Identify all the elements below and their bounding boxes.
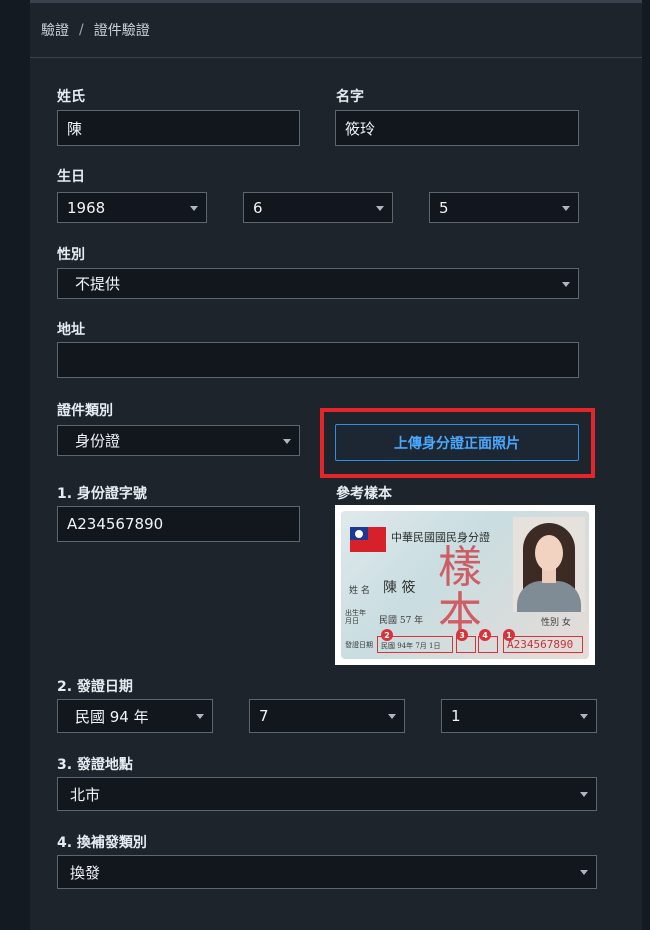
- issue-place-label: 3. 發證地點: [57, 757, 133, 773]
- breadcrumb: 驗證 / 證件驗證: [41, 20, 150, 40]
- top-border: [30, 0, 642, 3]
- birth-year-value: 1968: [67, 198, 106, 217]
- issue-month-value: 7: [259, 707, 269, 725]
- birthday-label: 生日: [57, 169, 85, 185]
- card-birth-value: 民國 57 年: [379, 616, 424, 626]
- given-name-input[interactable]: 筱玲: [335, 110, 579, 146]
- marker-3: 3: [456, 629, 468, 641]
- surname-input[interactable]: 陳: [57, 110, 300, 146]
- chevron-down-icon: [190, 205, 198, 211]
- chevron-down-icon: [580, 792, 588, 797]
- reference-id-card-image: 中華民國國民身分證 樣本 姓 名 陳 筱 出生年月日 民國 57 年 性別 女 …: [335, 505, 595, 665]
- birth-year-select[interactable]: 1968: [57, 192, 207, 223]
- card-issue-label: 發證日期: [345, 641, 373, 649]
- issue-place-value: 北市: [70, 785, 101, 804]
- issue-month-select[interactable]: 7: [249, 699, 405, 733]
- address-label: 地址: [57, 322, 85, 338]
- header-divider: [30, 57, 642, 58]
- reissue-type-select[interactable]: 換發: [57, 855, 597, 889]
- issue-year-value: 民國 94 年: [75, 707, 149, 726]
- chevron-down-icon: [283, 438, 291, 444]
- marker-2: 2: [381, 629, 393, 641]
- highlight-box: [320, 408, 595, 478]
- birth-month-value: 6: [253, 198, 263, 217]
- flag-icon: [350, 527, 386, 552]
- birth-day-value: 5: [439, 198, 449, 217]
- doc-type-label: 證件類別: [57, 403, 113, 419]
- id-number-label: 1. 身份證字號: [57, 486, 147, 502]
- issue-day-value: 1: [451, 707, 461, 725]
- chevron-down-icon: [562, 281, 570, 287]
- gender-select[interactable]: 不提供: [57, 268, 579, 299]
- card-name-label: 姓 名: [349, 586, 370, 596]
- card-id-number: A234567890: [507, 638, 574, 651]
- portrait-photo: [513, 517, 585, 612]
- chevron-down-icon: [376, 205, 384, 211]
- issue-day-select[interactable]: 1: [441, 699, 597, 733]
- birth-month-select[interactable]: 6: [243, 192, 393, 223]
- chevron-down-icon: [388, 714, 396, 719]
- reissue-type-label: 4. 換補發類別: [57, 835, 147, 851]
- chevron-down-icon: [580, 870, 588, 875]
- doc-type-select[interactable]: 身份證: [57, 425, 300, 456]
- breadcrumb-root[interactable]: 驗證: [41, 20, 69, 40]
- page: 驗證 / 證件驗證 姓氏 陳 名字 筱玲 生日 1968 6 5 性別 不提供 …: [0, 0, 650, 930]
- issue-date-label: 2. 發證日期: [57, 679, 133, 695]
- card-name-value: 陳 筱: [383, 580, 416, 596]
- id-number-input[interactable]: A234567890: [57, 506, 300, 542]
- marker-4: 4: [479, 629, 491, 641]
- chevron-down-icon: [562, 205, 570, 211]
- reissue-type-value: 換發: [70, 863, 101, 882]
- birth-day-select[interactable]: 5: [429, 192, 579, 223]
- breadcrumb-separator: /: [79, 22, 84, 38]
- sample-stamp: 樣本: [438, 542, 482, 639]
- breadcrumb-current: 證件驗證: [93, 23, 150, 39]
- doc-type-value: 身份證: [75, 432, 121, 450]
- surname-label: 姓氏: [57, 89, 85, 105]
- card-birth-label: 出生年月日: [345, 609, 366, 625]
- issue-year-select[interactable]: 民國 94 年: [57, 699, 213, 733]
- chevron-down-icon: [196, 714, 204, 719]
- reference-sample-label: 參考樣本: [336, 486, 392, 502]
- issue-place-select[interactable]: 北市: [57, 777, 597, 811]
- gender-label: 性別: [57, 247, 85, 263]
- address-input[interactable]: [57, 342, 579, 378]
- gender-value: 不提供: [75, 275, 121, 293]
- given-name-label: 名字: [336, 89, 364, 105]
- card-gender: 性別 女: [541, 618, 571, 628]
- chevron-down-icon: [580, 714, 588, 719]
